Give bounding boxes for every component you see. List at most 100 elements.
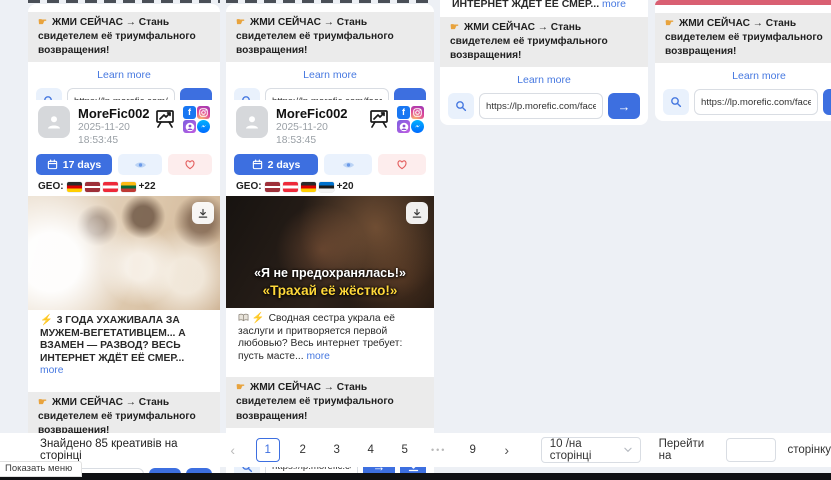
ad-spy-grid-page: ☛ ЖМИ СЕЙЧАС → Стань свидетелем её триум…: [0, 0, 831, 480]
pointing-hand-icon: ☛: [38, 17, 47, 28]
next-page-button[interactable]: ›: [496, 439, 518, 461]
download-image-button[interactable]: [406, 202, 428, 224]
geo-extra-count: +22: [139, 181, 156, 192]
presentation-board-icon: [367, 106, 391, 130]
author-name: MoreFic002: [276, 106, 367, 121]
creative-card: MoreFic002 2025-11-20 18:53:45 f 1: [28, 100, 220, 480]
creative-card: MoreFic002 2025-11-20 18:53:45 f 2: [226, 100, 434, 480]
landing-url-input[interactable]: [694, 89, 818, 115]
creative-image: «Я не предохранялась!» «Трахай её жёстко…: [226, 196, 434, 308]
page-button-2[interactable]: 2: [292, 439, 314, 461]
page-button-3[interactable]: 3: [326, 439, 348, 461]
messenger-icon[interactable]: [197, 120, 210, 133]
duration-button[interactable]: 2 days: [234, 154, 318, 175]
person-icon: [243, 113, 261, 131]
preview-button[interactable]: [324, 154, 372, 175]
goto-page-input[interactable]: [726, 438, 776, 462]
creative-description-tail: ИНТЕРНЕТ ЖДЁТ ЕЁ СМЕР... more: [452, 0, 636, 12]
page-size-select[interactable]: 10 /на сторінці: [541, 437, 641, 463]
creative-card-cut: ☛ ЖМИ СЕЙЧАС → Стань свидетелем её триум…: [655, 0, 831, 121]
pointing-hand-icon: ☛: [38, 397, 47, 408]
preview-button[interactable]: [118, 154, 162, 175]
prev-page-button[interactable]: ‹: [222, 439, 244, 461]
flag-lv-icon: [265, 182, 280, 192]
image-overlay-text: «Я не предохранялась!» «Трахай её жёстко…: [226, 265, 434, 300]
author-name: MoreFic002: [78, 106, 153, 121]
avatar: [38, 106, 70, 138]
duration-button[interactable]: 17 days: [36, 154, 112, 175]
pointing-hand-icon: ☛: [236, 17, 245, 28]
download-icon: [198, 208, 208, 219]
flag-de-icon: [67, 182, 82, 192]
flag-ee-icon: [319, 182, 334, 192]
arrow-right-icon: →: [618, 99, 631, 114]
cta-headline: ☛ ЖМИ СЕЙЧАС → Стань свидетелем её триум…: [226, 12, 434, 62]
cta-headline: ☛ ЖМИ СЕЙЧАС → Стань свидетелем её триум…: [440, 17, 648, 67]
eye-icon: [342, 160, 355, 170]
description-more-link[interactable]: more: [306, 351, 329, 362]
favorite-button[interactable]: [378, 154, 426, 175]
page-button-5[interactable]: 5: [394, 439, 416, 461]
open-url-button[interactable]: →: [823, 89, 831, 115]
chevron-down-icon: [624, 447, 632, 453]
creative-timestamp: 2025-11-20 18:53:45: [276, 121, 367, 147]
book-icon: [238, 313, 249, 322]
calendar-icon: [47, 159, 58, 170]
page-button-4[interactable]: 4: [360, 439, 382, 461]
window-bottom-edge: [0, 473, 831, 480]
geo-flags: [265, 182, 334, 192]
pagination-bar: Знайдено 85 креативів на сторінці ‹ 1 2 …: [0, 433, 831, 467]
cut-image-strip: [655, 0, 831, 5]
page-button-1[interactable]: 1: [256, 438, 280, 462]
lightning-icon: ⚡: [40, 315, 53, 326]
instagram-icon[interactable]: [411, 106, 424, 119]
open-url-button[interactable]: →: [608, 93, 640, 119]
flag-lv-icon: [85, 182, 100, 192]
page-button-9[interactable]: 9: [462, 439, 484, 461]
instagram-icon[interactable]: [197, 106, 210, 119]
download-image-button[interactable]: [192, 202, 214, 224]
learn-more-link[interactable]: Learn more: [517, 74, 571, 86]
pointing-hand-icon: ☛: [236, 382, 245, 393]
facebook-icon[interactable]: f: [183, 106, 196, 119]
creative-description: ⚡ 3 ГОДА УХАЖИВАЛА ЗА МУЖЕМ-ВЕГЕТАТИВЦЕМ…: [28, 310, 220, 386]
messenger-icon[interactable]: [411, 120, 424, 133]
profile-badge-icon[interactable]: [397, 120, 410, 133]
cut-card-dashes: [226, 0, 434, 3]
description-more-link[interactable]: more: [602, 0, 626, 10]
profile-badge-icon[interactable]: [183, 120, 196, 133]
cta-headline: ☛ ЖМИ СЕЙЧАС → Стань свидетелем её триум…: [226, 377, 434, 427]
pages-ellipsis: •••: [428, 439, 450, 461]
learn-more-link[interactable]: Learn more: [303, 69, 357, 81]
lightning-icon: ⚡: [252, 313, 265, 324]
avatar: [236, 106, 268, 138]
download-icon: [412, 208, 422, 219]
learn-more-link[interactable]: Learn more: [732, 70, 786, 82]
search-icon: [670, 96, 682, 108]
flag-at-icon: [283, 182, 298, 192]
search-url-button[interactable]: [448, 93, 474, 119]
favorite-button[interactable]: [168, 154, 212, 175]
facebook-icon[interactable]: f: [397, 106, 410, 119]
search-icon: [455, 100, 467, 112]
goto-page-suffix: сторінку: [788, 444, 831, 456]
pointing-hand-icon: ☛: [450, 22, 459, 33]
landing-url-input[interactable]: [479, 93, 603, 119]
geo-flags: [67, 182, 136, 192]
description-more-link[interactable]: more: [40, 365, 63, 376]
search-url-button[interactable]: [663, 89, 689, 115]
goto-page-label: Перейти на: [659, 438, 714, 462]
geo-label: GEO:: [236, 181, 262, 192]
cut-card-dashes: [28, 0, 220, 3]
presentation-board-icon: [153, 106, 177, 130]
browser-status-tooltip: Показать меню: [0, 461, 82, 477]
learn-more-link[interactable]: Learn more: [97, 69, 151, 81]
pointing-hand-icon: ☛: [665, 18, 674, 29]
person-icon: [45, 113, 63, 131]
heart-icon: [184, 159, 196, 170]
creative-card-cut: ИНТЕРНЕТ ЖДЁТ ЕЁ СМЕР... more ☛ ЖМИ СЕЙЧ…: [440, 0, 648, 125]
creative-timestamp: 2025-11-20 18:53:45: [78, 121, 153, 147]
geo-label: GEO:: [38, 181, 64, 192]
results-count-text: Знайдено 85 креативів на сторінці: [40, 438, 203, 462]
eye-icon: [134, 160, 147, 170]
